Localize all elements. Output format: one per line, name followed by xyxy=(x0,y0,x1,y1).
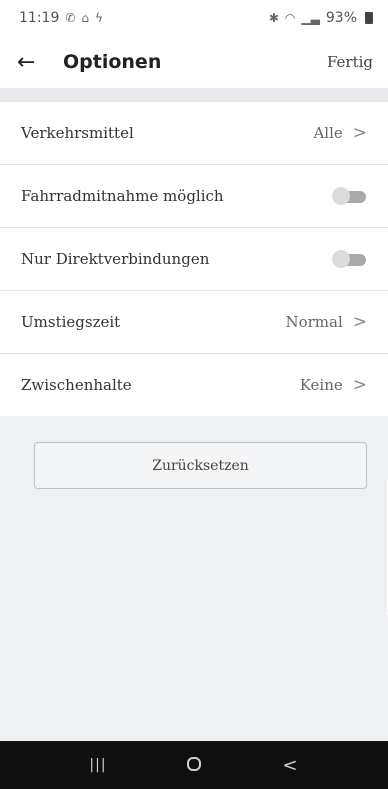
signal-icon: ▁▃ xyxy=(301,11,320,25)
header-divider xyxy=(0,88,388,102)
option-row-umstiegszeit[interactable]: Umstiegszeit Normal > xyxy=(0,291,388,354)
flash-icon: ϟ xyxy=(95,11,103,25)
battery-icon xyxy=(365,12,373,24)
bike-toggle[interactable] xyxy=(332,187,366,205)
page-title: Optionen xyxy=(63,51,162,73)
status-bar: 11:19 ✆ ⌂ ϟ ✱ ◠ ▁▃ 93% xyxy=(0,0,388,36)
call-icon: ✆ xyxy=(65,11,76,25)
options-list: Verkehrsmittel Alle > Fahrradmitnahme mö… xyxy=(0,102,388,416)
option-value: Keine > xyxy=(300,375,367,395)
status-time: 11:19 xyxy=(19,10,60,26)
option-label: Fahrradmitnahme möglich xyxy=(21,187,224,205)
status-left: 11:19 ✆ ⌂ ϟ xyxy=(19,10,103,26)
toggle-thumb xyxy=(332,250,350,268)
bluetooth-icon: ✱ xyxy=(268,11,279,25)
option-value-text: Normal xyxy=(285,313,343,331)
toggle-thumb xyxy=(332,187,350,205)
option-row-verkehrsmittel[interactable]: Verkehrsmittel Alle > xyxy=(0,102,388,165)
app-bar: ← Optionen Fertig xyxy=(0,36,388,88)
option-value-text: Alle xyxy=(313,124,343,142)
wifi-icon: ◠ xyxy=(284,11,296,25)
chevron-right-icon: > xyxy=(352,375,367,395)
option-label: Zwischenhalte xyxy=(21,376,132,394)
home-button[interactable] xyxy=(176,755,212,776)
status-right: ✱ ◠ ▁▃ 93% xyxy=(269,10,373,26)
chevron-right-icon: > xyxy=(352,123,367,143)
done-button[interactable]: Fertig xyxy=(327,53,373,71)
back-arrow-icon[interactable]: ← xyxy=(17,50,51,75)
option-value-text: Keine xyxy=(299,376,343,394)
option-value: Alle > xyxy=(313,123,367,143)
back-nav-icon[interactable]: < xyxy=(272,755,308,776)
option-label: Verkehrsmittel xyxy=(21,124,134,142)
chevron-right-icon: > xyxy=(352,312,367,332)
home-icon: ⌂ xyxy=(81,11,90,25)
option-row-direktverbindungen: Nur Direktverbindungen xyxy=(0,228,388,291)
option-label: Umstiegszeit xyxy=(21,313,121,331)
home-circle-icon xyxy=(187,756,201,771)
option-value: Normal > xyxy=(285,312,367,332)
battery-percent: 93% xyxy=(325,10,357,26)
system-nav-bar: ||| < xyxy=(0,741,388,789)
option-row-zwischenhalte[interactable]: Zwischenhalte Keine > xyxy=(0,354,388,416)
recents-icon[interactable]: ||| xyxy=(80,757,116,773)
direct-connections-toggle[interactable] xyxy=(332,250,366,268)
option-label: Nur Direktverbindungen xyxy=(21,250,210,268)
reset-button[interactable]: Zurücksetzen xyxy=(34,442,367,489)
option-row-fahrradmitnahme: Fahrradmitnahme möglich xyxy=(0,165,388,228)
